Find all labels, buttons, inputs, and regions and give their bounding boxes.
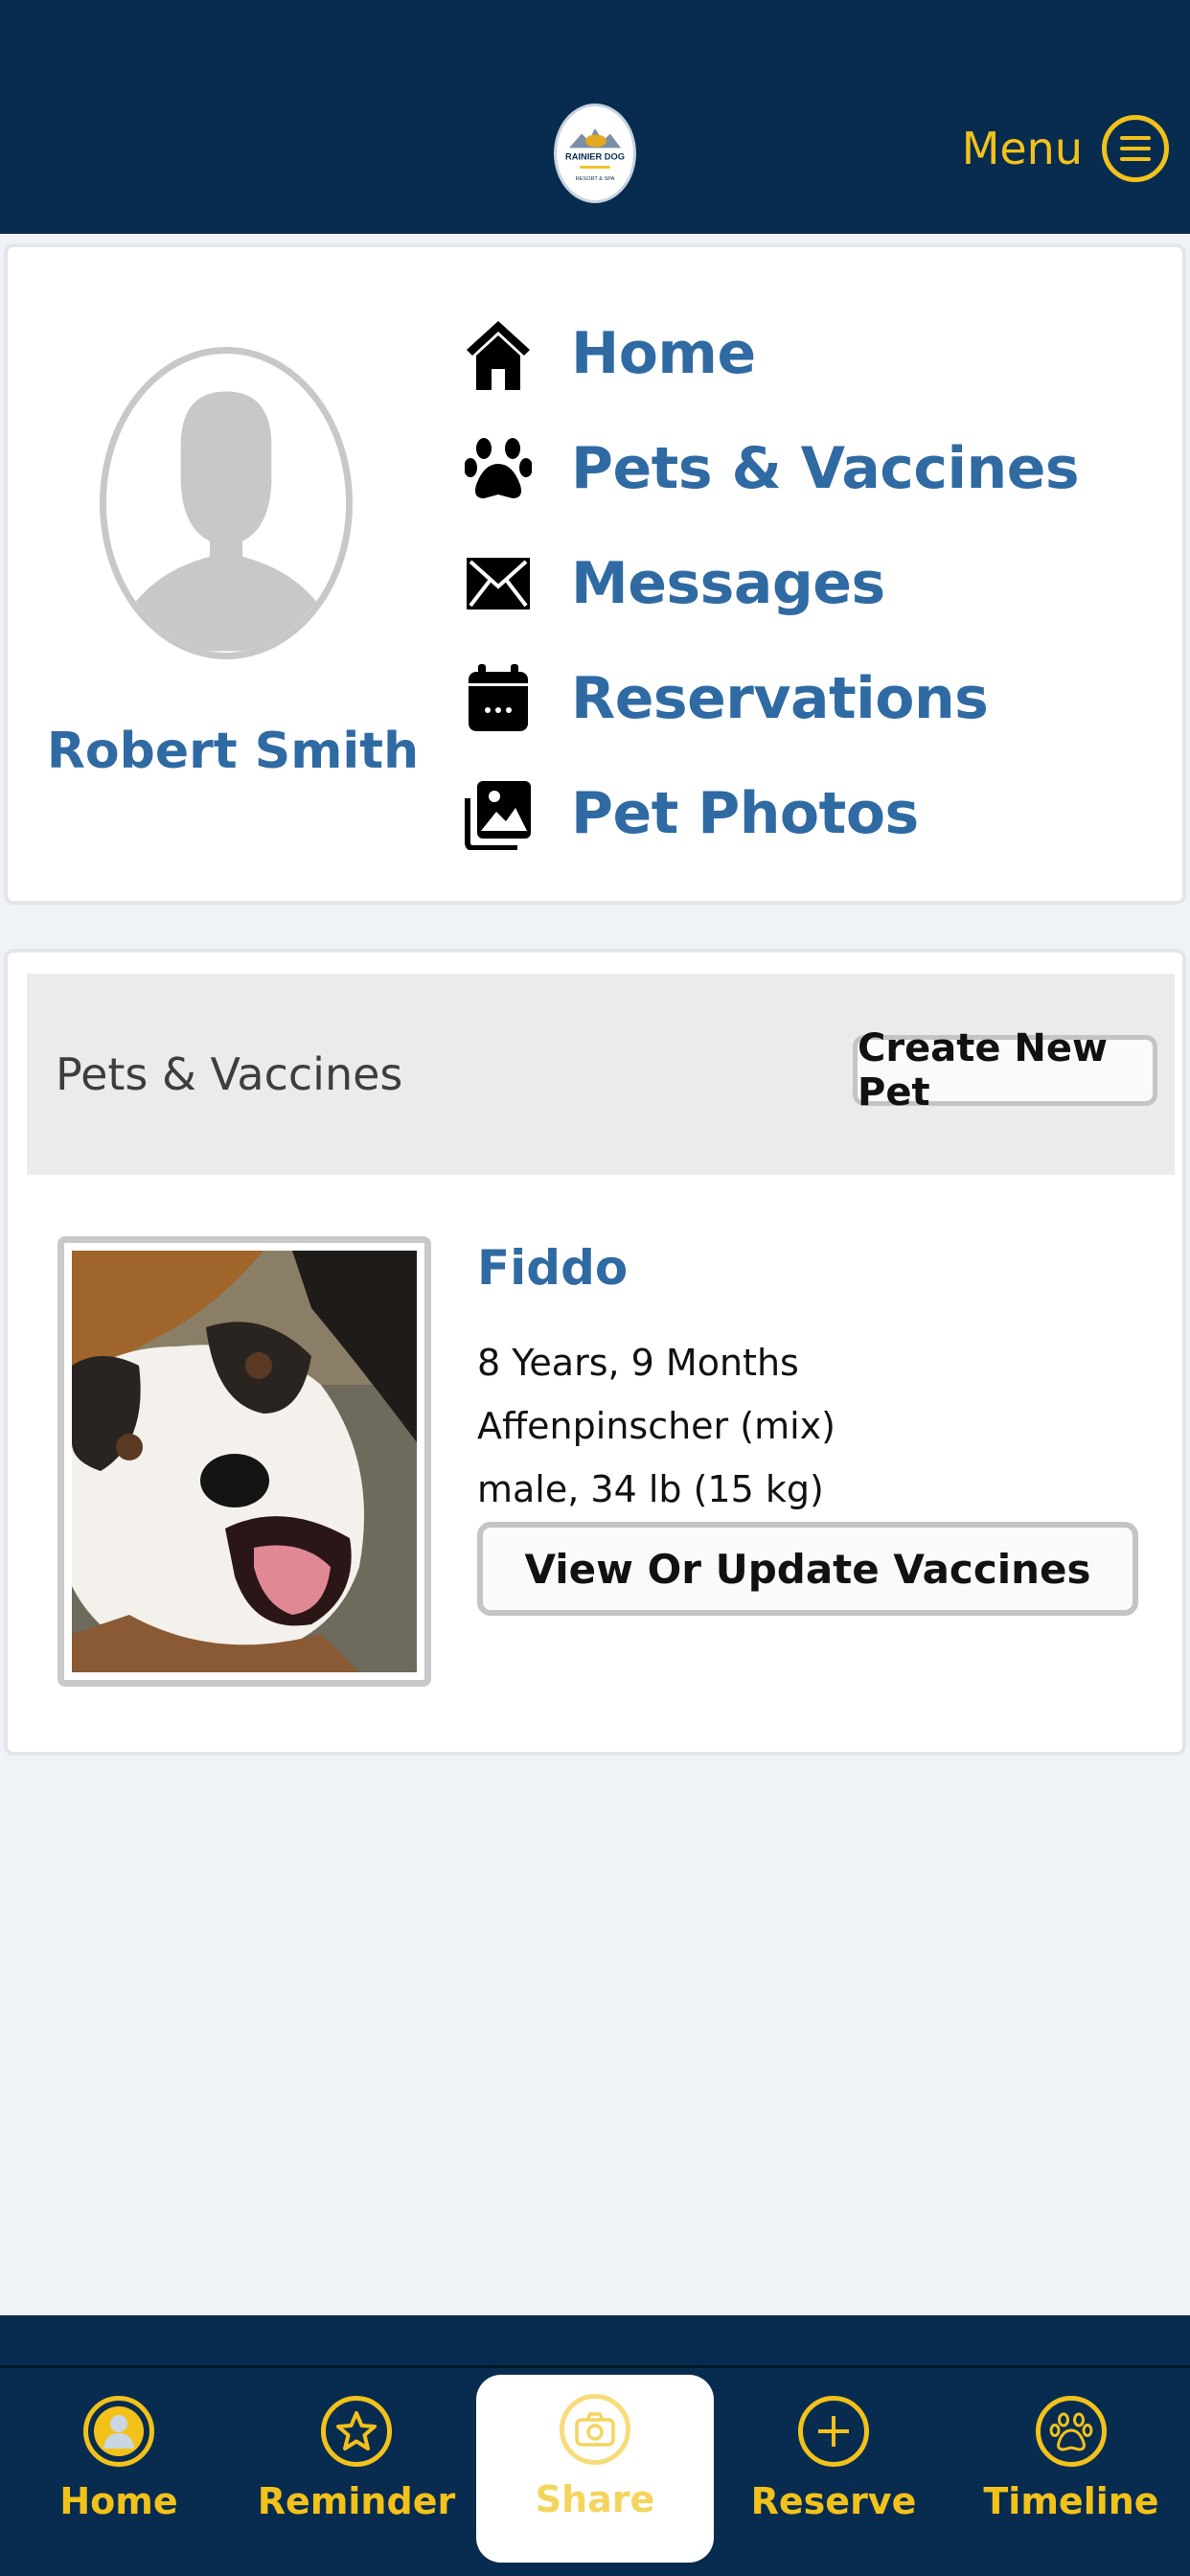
tab-label: Timeline (983, 2480, 1159, 2522)
tab-bar-divider (0, 2365, 1190, 2368)
nav-item-pet-photos[interactable]: Pet Photos (460, 761, 919, 866)
envelope-icon (460, 545, 537, 622)
section-header: Pets & Vaccines Create New Pet (27, 974, 1175, 1175)
section-title: Pets & Vaccines (56, 1048, 403, 1100)
nav-item-pets-vaccines[interactable]: Pets & Vaccines (460, 416, 1080, 521)
nav-label: Reservations (571, 665, 989, 732)
user-icon (83, 2396, 154, 2467)
paw-icon (460, 430, 537, 507)
profile-card: Robert Smith Home Pets & Vaccines Messag… (4, 243, 1186, 905)
bottom-tab-bar: Home Reminder Share Reserve Timeline (0, 2315, 1190, 2576)
tab-label: Home (59, 2480, 178, 2522)
hamburger-icon (1102, 115, 1169, 182)
pet-photo[interactable] (57, 1236, 431, 1687)
pet-details: male, 34 lb (15 kg) (477, 1468, 824, 1510)
menu-button[interactable]: Menu (962, 105, 1169, 192)
avatar[interactable] (100, 347, 353, 659)
nav-item-home[interactable]: Home (460, 301, 756, 406)
pet-name[interactable]: Fiddo (477, 1240, 628, 1296)
tab-timeline[interactable]: Timeline (966, 2377, 1177, 2566)
calendar-icon (460, 660, 537, 737)
svg-text:RAINIER DOG: RAINIER DOG (565, 152, 625, 162)
nav-item-messages[interactable]: Messages (460, 531, 885, 636)
person-silhouette-icon (106, 355, 346, 652)
nav-label: Pet Photos (571, 780, 919, 847)
photos-icon (460, 775, 537, 852)
create-new-pet-button[interactable]: Create New Pet (853, 1026, 1157, 1115)
tab-label: Reminder (257, 2480, 456, 2522)
tab-reminder[interactable]: Reminder (251, 2377, 462, 2566)
logo-graphic: RAINIER DOG RESORT & SPA (559, 109, 631, 197)
nav-label: Messages (571, 550, 885, 617)
menu-label: Menu (961, 123, 1083, 174)
plus-icon (798, 2396, 869, 2467)
pet-breed: Affenpinscher (mix) (477, 1405, 835, 1447)
tab-home[interactable]: Home (13, 2377, 224, 2566)
view-update-vaccines-button[interactable]: View Or Update Vaccines (477, 1522, 1138, 1616)
dog-photo-image (72, 1251, 417, 1672)
nav-label: Pets & Vaccines (571, 435, 1080, 502)
tab-reserve[interactable]: Reserve (728, 2377, 939, 2566)
tab-label: Reserve (750, 2480, 917, 2522)
star-icon (321, 2396, 392, 2467)
tab-label: Share (535, 2478, 655, 2520)
paw-icon (1036, 2396, 1107, 2467)
top-bar: RAINIER DOG RESORT & SPA Menu (0, 0, 1190, 234)
tab-share[interactable]: Share (476, 2375, 714, 2563)
camera-icon (560, 2394, 630, 2465)
house-icon (460, 315, 537, 392)
pets-vaccines-card: Pets & Vaccines Create New Pet Fiddo 8 Y… (4, 949, 1186, 1756)
svg-text:RESORT & SPA: RESORT & SPA (576, 176, 615, 182)
nav-label: Home (571, 320, 756, 387)
user-name: Robert Smith (46, 723, 420, 780)
pet-age: 8 Years, 9 Months (477, 1342, 799, 1384)
rainier-dog-logo[interactable]: RAINIER DOG RESORT & SPA (554, 104, 636, 203)
nav-item-reservations[interactable]: Reservations (460, 646, 989, 751)
